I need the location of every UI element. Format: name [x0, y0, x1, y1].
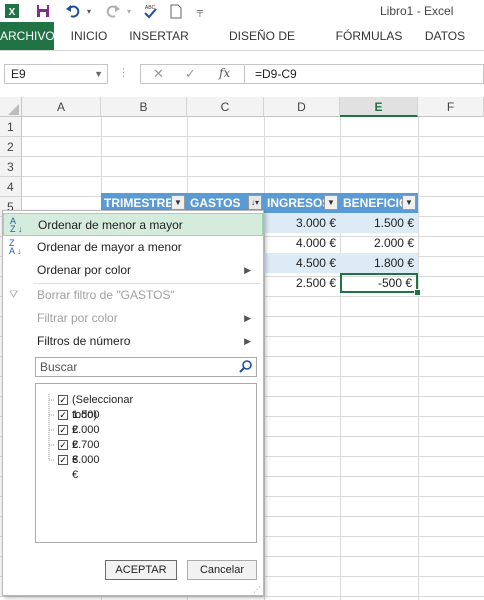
cell-d6[interactable]: 3.000 €: [264, 213, 340, 233]
cell-e7[interactable]: 2.000 €: [340, 233, 418, 253]
submenu-arrow-icon: ▶: [244, 313, 251, 323]
checkbox-checked-icon[interactable]: ✓: [58, 440, 68, 450]
menu-item-number-filters[interactable]: Filtros de número ▶: [3, 330, 263, 353]
redo-dropdown-icon[interactable]: ▾: [124, 2, 134, 20]
tab-archivo[interactable]: ARCHIVO: [0, 22, 55, 50]
filter-dropdown-menu: AZ ↓ Ordenar de menor a mayor ZA ↓ Orden…: [2, 210, 264, 596]
clear-filter-icon: ⛛: [9, 289, 19, 301]
name-box[interactable]: E9 ▼: [4, 64, 108, 84]
svg-text:X: X: [9, 7, 16, 18]
name-box-value: E9: [11, 67, 26, 81]
insert-function-icon[interactable]: fx: [219, 66, 230, 80]
menu-item-sort-by-color[interactable]: Ordenar por color ▶: [3, 259, 263, 282]
excel-logo-icon: X: [2, 2, 22, 20]
undo-icon[interactable]: [62, 2, 84, 20]
new-document-icon[interactable]: [166, 2, 186, 20]
formula-bar: E9 ▼ ⋮ ✕ ✓ fx =D9-C9: [0, 56, 484, 92]
accept-button[interactable]: ACEPTAR: [105, 560, 177, 580]
menu-item-clear-filter: ⛛ Borrar filtro de "GASTOS": [9, 288, 175, 302]
cell-d8[interactable]: 4.500 €: [264, 253, 340, 273]
document-title: Libro1 - Excel: [380, 4, 454, 18]
row-header-1[interactable]: 1: [0, 117, 22, 137]
filter-dropdown-icon[interactable]: ▼: [171, 195, 185, 210]
tab-diseno-de-pagina[interactable]: DISEÑO DE PÁGINA: [206, 22, 318, 71]
table-header-label: BENEFICIO: [343, 196, 409, 210]
confirm-entry-icon[interactable]: ✓: [185, 66, 196, 82]
checkbox-checked-icon[interactable]: ✓: [58, 395, 68, 405]
row-header-4[interactable]: 4: [0, 177, 22, 197]
save-icon[interactable]: [32, 2, 54, 20]
table-header-ingresos: INGRESOS ▼: [264, 193, 340, 213]
tab-datos[interactable]: DATOS: [420, 22, 470, 50]
tab-inicio[interactable]: INICIO: [64, 22, 114, 50]
tab-formulas[interactable]: FÓRMULAS: [332, 22, 406, 50]
cancel-button[interactable]: Cancelar: [187, 560, 257, 580]
active-filter-sort-icon[interactable]: ↓▾: [248, 195, 262, 210]
column-header-f[interactable]: F: [418, 97, 484, 117]
column-header-d[interactable]: D: [264, 97, 340, 117]
cell-e6[interactable]: 1.500 €: [340, 213, 418, 233]
checkbox-checked-icon[interactable]: ✓: [58, 410, 68, 420]
cell-e8[interactable]: 1.800 €: [340, 253, 418, 273]
submenu-arrow-icon: ▶: [244, 265, 251, 275]
cell-d9[interactable]: 2.500 €: [264, 273, 340, 293]
menu-item-filter-by-color: Filtrar por color ▶: [3, 307, 263, 330]
checkbox-checked-icon[interactable]: ✓: [58, 425, 68, 435]
filter-search-placeholder: Buscar: [40, 360, 78, 374]
redo-icon[interactable]: [102, 2, 124, 20]
fill-handle[interactable]: [414, 289, 421, 296]
resize-grip-icon[interactable]: ⋰: [253, 586, 261, 594]
title-bar: X ▾ ▾ ABC ╤ Libro1 - Excel: [0, 0, 484, 22]
ribbon-tabs: ARCHIVO INICIO INSERTAR DISEÑO DE PÁGINA…: [0, 22, 484, 71]
tab-insertar[interactable]: INSERTAR: [126, 22, 192, 50]
filter-values-list: ✓ (Seleccionar todo) ✓ 1.500 € ✓ 2.000 €…: [35, 383, 257, 543]
row-gridline: [22, 176, 484, 177]
row-header-2[interactable]: 2: [0, 137, 22, 157]
cell-d7[interactable]: 4.000 €: [264, 233, 340, 253]
filter-search-input[interactable]: Buscar: [35, 357, 257, 377]
table-header-label: INGRESOS: [267, 196, 331, 210]
formula-buttons: ✕ ✓ fx: [140, 64, 244, 84]
row-gridline: [22, 156, 484, 157]
sort-descending-icon: ZA ↓: [9, 238, 22, 256]
customize-icon[interactable]: ╤: [194, 2, 206, 20]
spellcheck-icon[interactable]: ABC: [140, 2, 160, 20]
row-header-3[interactable]: 3: [0, 157, 22, 177]
search-icon[interactable]: [239, 359, 253, 373]
select-all-corner[interactable]: [0, 97, 22, 117]
sort-ascending-icon: AZ ↓: [10, 216, 23, 234]
formula-bar-grip-icon: ⋮: [118, 67, 129, 79]
table-header-label: TRIMESTRE: [104, 196, 174, 210]
row-gridline: [22, 136, 484, 137]
column-header-e[interactable]: E: [340, 97, 418, 117]
column-header-a[interactable]: A: [22, 97, 101, 117]
checkbox-checked-icon[interactable]: ✓: [58, 455, 68, 465]
column-header-b[interactable]: B: [101, 97, 187, 117]
table-header-beneficio: BENEFICIO ▼: [340, 193, 418, 213]
tree-connector-lines: [48, 394, 54, 461]
menu-item-sort-descending[interactable]: ZA ↓ Ordenar de mayor a menor: [3, 236, 263, 259]
undo-dropdown-icon[interactable]: ▾: [84, 2, 94, 20]
column-header-c[interactable]: C: [187, 97, 264, 117]
table-header-label: GASTOS: [190, 196, 241, 210]
formula-input[interactable]: =D9-C9: [244, 64, 484, 84]
cancel-entry-icon[interactable]: ✕: [153, 66, 164, 82]
chevron-down-icon[interactable]: ▼: [94, 65, 103, 83]
submenu-arrow-icon: ▶: [244, 336, 251, 346]
row-gridline: [22, 596, 484, 597]
menu-item-sort-ascending[interactable]: AZ ↓ Ordenar de menor a mayor: [3, 213, 263, 236]
filter-dropdown-icon[interactable]: ▼: [402, 195, 416, 210]
cell-e9[interactable]: -500 €: [340, 273, 418, 293]
filter-dropdown-icon[interactable]: ▼: [324, 195, 338, 210]
